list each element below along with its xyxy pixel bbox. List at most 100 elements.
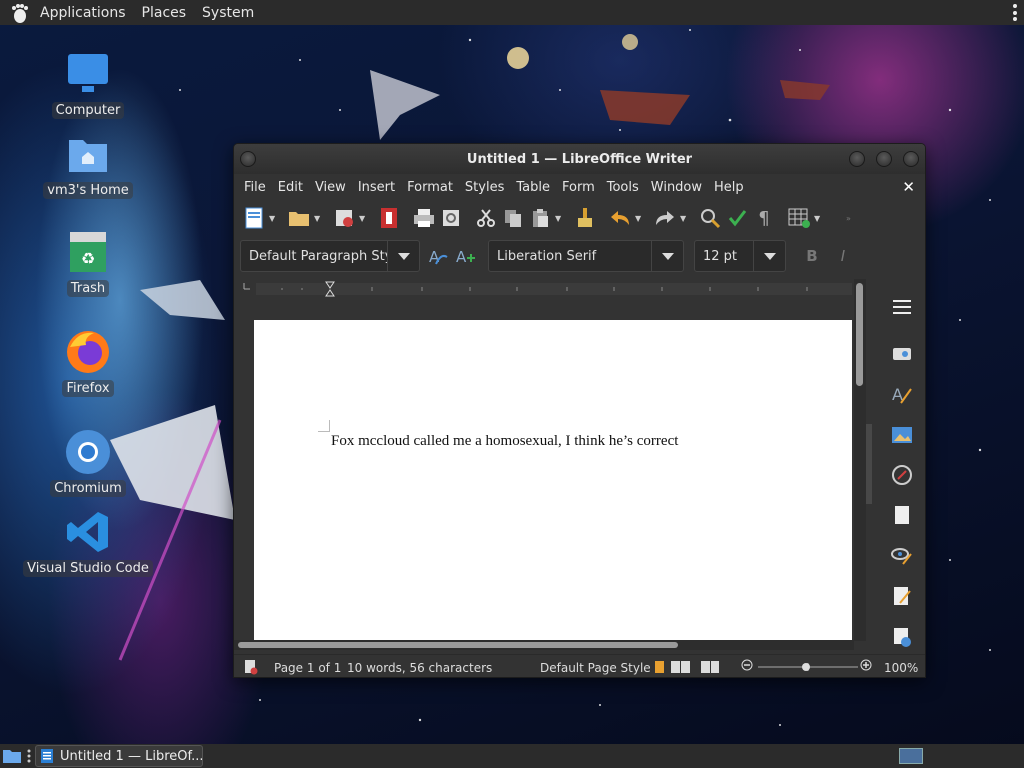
close-button[interactable] [903, 151, 919, 167]
insert-table-icon[interactable] [787, 206, 811, 230]
vertical-scrollbar[interactable] [854, 279, 866, 641]
desktop-icon-label: Chromium [50, 480, 126, 497]
svg-text:♻: ♻ [81, 249, 95, 268]
menu-insert[interactable]: Insert [352, 180, 401, 195]
clone-formatting-icon[interactable] [573, 206, 597, 230]
horizontal-ruler[interactable] [242, 279, 854, 299]
desktop-icon-chromium[interactable]: Chromium [28, 428, 148, 497]
places-menu[interactable]: Places [134, 0, 195, 25]
toolbar-overflow-icon[interactable]: » [846, 214, 856, 223]
design-info-icon[interactable] [889, 625, 915, 649]
menu-window[interactable]: Window [645, 180, 708, 195]
italic-button[interactable]: I [831, 244, 855, 268]
zoom-slider[interactable] [758, 661, 858, 675]
desktop-icon-home[interactable]: vm3's Home [28, 130, 148, 199]
desktop-icon-computer[interactable]: Computer [28, 50, 148, 119]
undo-dropdown-icon[interactable]: ▼ [635, 214, 645, 223]
menubar: File Edit View Insert Format Styles Tabl… [234, 174, 925, 200]
formatting-marks-icon[interactable]: ¶ [752, 206, 776, 230]
save-icon[interactable] [332, 206, 356, 230]
copy-icon[interactable] [501, 206, 525, 230]
vertical-scroll-thumb[interactable] [856, 283, 863, 386]
save-dropdown-icon[interactable]: ▼ [359, 214, 369, 223]
system-menu[interactable]: System [194, 0, 262, 25]
print-icon[interactable] [412, 206, 436, 230]
horizontal-scrollbar[interactable] [234, 640, 854, 650]
menu-form[interactable]: Form [556, 180, 601, 195]
gnome-foot-icon[interactable] [8, 2, 30, 24]
menu-tools[interactable]: Tools [601, 180, 645, 195]
bold-button[interactable]: B [800, 244, 824, 268]
font-size-combo[interactable]: 12 pt [694, 240, 786, 272]
maximize-button[interactable] [876, 151, 892, 167]
new-dropdown-icon[interactable]: ▼ [269, 214, 279, 223]
document-text[interactable]: Fox mccloud called me a homosexual, I th… [331, 433, 678, 450]
new-style-icon[interactable]: A [453, 244, 477, 268]
zoom-level[interactable]: 100% [884, 661, 918, 675]
desktop-icon-vscode[interactable]: Visual Studio Code [23, 508, 153, 577]
menu-format[interactable]: Format [401, 180, 459, 195]
undo-icon[interactable] [608, 206, 632, 230]
panel-menu-icon[interactable] [1012, 4, 1018, 21]
show-desktop-icon[interactable] [2, 748, 22, 768]
document-page[interactable]: Fox mccloud called me a homosexual, I th… [254, 320, 852, 650]
page-count[interactable]: Page 1 of 1 [274, 661, 341, 675]
applications-menu[interactable]: Applications [32, 0, 134, 25]
table-dropdown-icon[interactable]: ▼ [814, 214, 824, 223]
gallery-icon[interactable] [889, 422, 915, 446]
paste-icon[interactable] [528, 206, 552, 230]
menu-table[interactable]: Table [510, 180, 556, 195]
export-pdf-icon[interactable] [377, 206, 401, 230]
minimize-button[interactable] [849, 151, 865, 167]
paragraph-style-combo[interactable]: Default Paragraph Sty [240, 240, 420, 272]
paste-dropdown-icon[interactable]: ▼ [555, 214, 565, 223]
menu-edit[interactable]: Edit [272, 180, 309, 195]
sidebar-collapse-handle[interactable] [866, 424, 872, 504]
desktop-icon-trash[interactable]: ♻ Trash [28, 228, 148, 297]
open-folder-icon[interactable] [287, 206, 311, 230]
close-document-icon[interactable]: ✕ [902, 178, 915, 196]
chevron-down-icon[interactable] [651, 241, 683, 271]
new-document-icon[interactable] [242, 206, 266, 230]
window-title: Untitled 1 — LibreOffice Writer [466, 151, 693, 167]
print-preview-icon[interactable] [439, 206, 463, 230]
manage-changes-icon[interactable] [889, 584, 915, 608]
chevron-down-icon[interactable] [387, 241, 419, 271]
styles-icon[interactable]: A [889, 382, 915, 406]
sidebar-menu-icon[interactable] [889, 295, 915, 319]
taskbar-handle-icon[interactable] [27, 749, 31, 763]
paragraph-style-value: Default Paragraph Sty [249, 248, 387, 264]
font-name-value: Liberation Serif [497, 248, 597, 264]
menu-styles[interactable]: Styles [459, 180, 510, 195]
document-canvas[interactable]: Fox mccloud called me a homosexual, I th… [234, 302, 854, 650]
word-count[interactable]: 10 words, 56 characters [347, 661, 492, 675]
open-dropdown-icon[interactable]: ▼ [314, 214, 324, 223]
page-style[interactable]: Default Page Style [540, 661, 651, 675]
properties-icon[interactable] [889, 341, 915, 365]
menu-file[interactable]: File [238, 180, 272, 195]
page-icon[interactable] [889, 503, 915, 527]
menu-view[interactable]: View [309, 180, 352, 195]
horizontal-scroll-thumb[interactable] [238, 642, 678, 648]
font-name-combo[interactable]: Liberation Serif [488, 240, 684, 272]
find-replace-icon[interactable] [698, 206, 722, 230]
redo-icon[interactable] [653, 206, 677, 230]
taskbar-window-writer[interactable]: Untitled 1 — LibreOf... [35, 745, 203, 767]
style-inspector-icon[interactable] [889, 544, 915, 568]
menu-help[interactable]: Help [708, 180, 750, 195]
desktop-icon-firefox[interactable]: Firefox [28, 328, 148, 397]
zoom-out-icon[interactable] [741, 659, 753, 674]
spelling-icon[interactable] [725, 206, 749, 230]
vscode-icon [64, 508, 112, 556]
window-titlebar[interactable]: Untitled 1 — LibreOffice Writer [234, 144, 925, 174]
redo-dropdown-icon[interactable]: ▼ [680, 214, 690, 223]
workspace-switcher[interactable] [899, 748, 923, 764]
update-style-icon[interactable]: A [426, 244, 450, 268]
chevron-down-icon[interactable] [753, 241, 785, 271]
window-menu-button[interactable] [240, 151, 256, 167]
zoom-in-icon[interactable] [860, 659, 872, 674]
cut-icon[interactable] [474, 206, 498, 230]
document-modified-icon[interactable] [244, 659, 258, 677]
navigator-icon[interactable] [889, 463, 915, 487]
single-page-view-icon[interactable] [655, 660, 719, 677]
